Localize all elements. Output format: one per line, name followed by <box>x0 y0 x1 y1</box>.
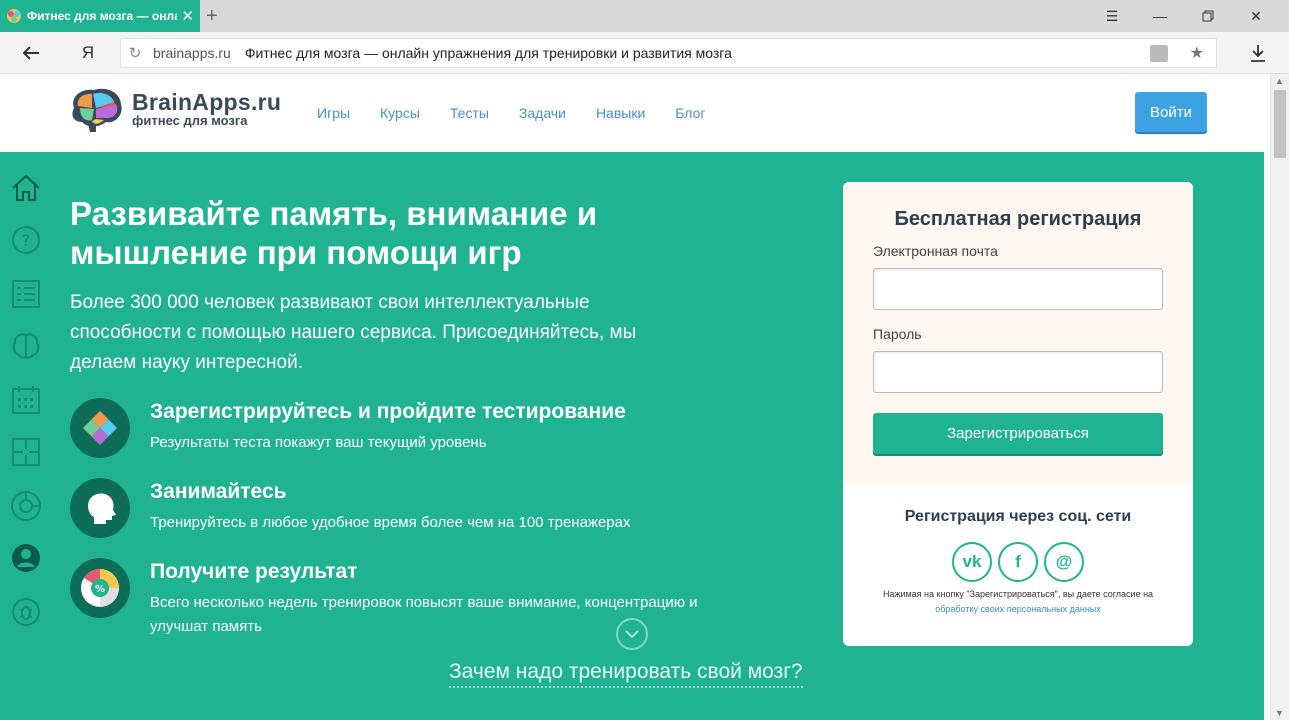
why-train-link[interactable]: Зачем надо тренировать свой мозг? <box>449 660 803 688</box>
home-icon[interactable] <box>8 170 44 206</box>
star-icon[interactable]: ★ <box>1190 43 1204 63</box>
close-window-icon[interactable]: ✕ <box>1246 7 1266 25</box>
download-icon[interactable] <box>1247 40 1269 66</box>
puzzle-icon <box>70 398 130 458</box>
reload-icon[interactable]: ↻ <box>121 44 149 62</box>
target-icon[interactable] <box>8 488 44 524</box>
minimize-icon[interactable]: — <box>1150 7 1170 25</box>
main-menu: Игры Курсы Тесты Задачи Навыки Блог <box>317 105 736 121</box>
feature-title: Занимайтесь <box>150 480 287 503</box>
registration-form: Бесплатная регистрация Электронная почта… <box>843 182 1193 484</box>
svg-text:?: ? <box>22 231 31 250</box>
scroll-up-icon[interactable]: ▲ <box>1275 76 1284 86</box>
brain-favicon-icon <box>6 9 21 23</box>
registration-card: Бесплатная регистрация Электронная почта… <box>843 182 1193 646</box>
question-icon[interactable]: ? <box>8 222 44 258</box>
tab-title: Фитнес для мозга — онлайн упражнения <box>26 9 178 23</box>
brain-icon[interactable] <box>8 328 44 364</box>
password-field[interactable] <box>873 351 1163 393</box>
password-label: Пароль <box>873 326 922 342</box>
yandex-button[interactable]: Я <box>78 40 98 66</box>
hero-title: Развивайте память, внимание и мышление п… <box>70 195 598 271</box>
hero-description: Более 300 000 человек развивают свои инт… <box>70 292 637 373</box>
social-title: Регистрация через соц. сети <box>904 508 1132 525</box>
puzzle-icon[interactable] <box>8 434 44 470</box>
consent-link[interactable]: обработку своих персональных данных <box>935 604 1101 614</box>
site-header: BrainApps.ru фитнес для мозга Игры Курсы… <box>0 74 1264 152</box>
address-bar[interactable]: ↻ brainapps.ru Фитнес для мозга — онлайн… <box>120 38 1217 68</box>
url-domain: brainapps.ru <box>153 45 231 61</box>
bug-icon[interactable] <box>8 594 44 630</box>
email-field[interactable] <box>873 268 1163 310</box>
menu-item-blog[interactable]: Блог <box>675 105 705 121</box>
brain-logo-icon <box>72 88 122 132</box>
browser-navbar: Я ↻ brainapps.ru Фитнес для мозга — онла… <box>0 32 1289 74</box>
menu-item-skills[interactable]: Навыки <box>596 105 645 121</box>
feature-description: Результаты теста покажут ваш текущий уро… <box>150 434 487 451</box>
site-logo[interactable]: BrainApps.ru фитнес для мозга <box>66 84 281 134</box>
new-tab-button[interactable]: + <box>206 5 218 28</box>
consent-text: Нажимая на кнопку "Зарегистрироваться", … <box>882 589 1154 599</box>
scroll-down-button[interactable] <box>616 618 648 650</box>
menu-item-tests[interactable]: Тесты <box>450 105 489 121</box>
menu-item-courses[interactable]: Курсы <box>380 105 420 121</box>
lock-icon[interactable] <box>1150 45 1168 62</box>
profile-icon[interactable] <box>8 540 44 576</box>
register-button[interactable]: Зарегистрироваться <box>873 413 1163 454</box>
browser-tabbar: Фитнес для мозга — онлайн упражнения ✕ +… <box>0 0 1289 32</box>
feature-description: Тренируйтесь в любое удобное время более… <box>150 514 631 531</box>
mail-icon[interactable]: @ <box>1044 542 1084 582</box>
feature-title: Зарегистрируйтесь и пройдите тестировани… <box>150 400 626 423</box>
login-button[interactable]: Войти <box>1135 92 1207 132</box>
social-buttons: vk f @ <box>952 542 1090 582</box>
facebook-icon[interactable]: f <box>998 542 1038 582</box>
hero-section: ? Развивайте память, внимание и мышление… <box>0 152 1264 720</box>
url-page-title: Фитнес для мозга — онлайн упражнения для… <box>244 45 732 61</box>
restore-icon[interactable] <box>1198 7 1218 25</box>
percent-chart-icon: % <box>70 558 130 618</box>
close-icon[interactable]: ✕ <box>181 7 194 25</box>
browser-tab[interactable]: Фитнес для мозга — онлайн упражнения ✕ <box>0 0 200 32</box>
feature-title: Получите результат <box>150 560 358 583</box>
logo-tagline: фитнес для мозга <box>132 113 248 128</box>
registration-title: Бесплатная регистрация <box>894 208 1142 230</box>
consent-note: Нажимая на кнопку "Зарегистрироваться", … <box>863 587 1173 617</box>
email-label: Электронная почта <box>873 243 998 259</box>
menu-item-games[interactable]: Игры <box>317 105 350 121</box>
calendar-icon[interactable] <box>8 382 44 418</box>
head-icon <box>70 478 130 538</box>
menu-item-tasks[interactable]: Задачи <box>519 105 566 121</box>
chevron-down-icon <box>625 630 639 639</box>
scroll-down-icon[interactable]: ▼ <box>1275 708 1284 718</box>
page-scrollbar[interactable]: ▲ ▼ <box>1270 74 1289 720</box>
scroll-thumb[interactable] <box>1274 90 1286 158</box>
menu-icon[interactable]: ☰ <box>1102 7 1122 25</box>
svg-text:%: % <box>95 584 105 595</box>
vk-icon[interactable]: vk <box>952 542 992 582</box>
back-arrow-icon[interactable] <box>18 40 44 66</box>
logo-name: BrainApps.ru <box>132 89 282 115</box>
checklist-icon[interactable] <box>8 276 44 312</box>
